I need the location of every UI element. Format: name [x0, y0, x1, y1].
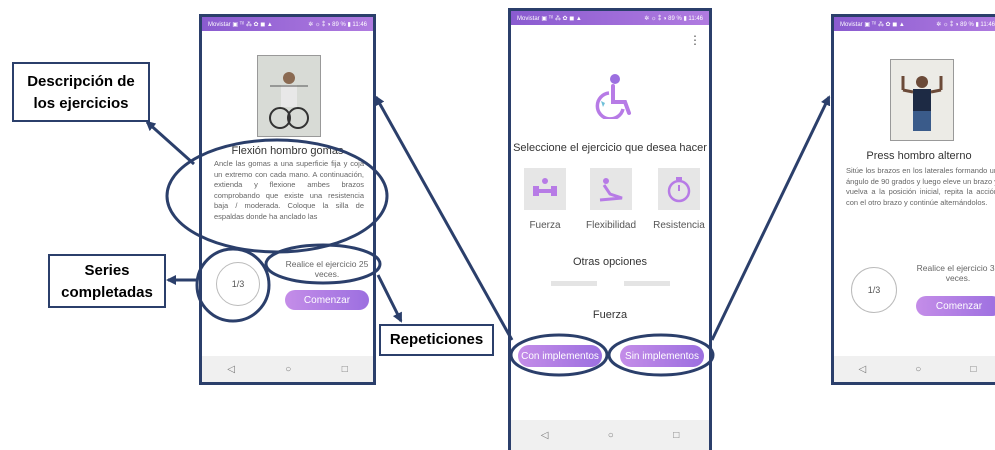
nav-bar: ◁ ○ □: [834, 356, 995, 382]
stretch-icon: [590, 168, 632, 210]
option-fuerza[interactable]: Fuerza: [520, 168, 570, 248]
arrow-to-description-callout: [145, 120, 195, 166]
callout-series: Series completadas: [48, 254, 166, 308]
start-button[interactable]: Comenzar: [916, 296, 995, 316]
recent-apps-icon[interactable]: □: [342, 364, 348, 375]
back-icon[interactable]: ◁: [227, 364, 235, 375]
other-option-placeholder[interactable]: [624, 281, 670, 286]
exercise-description: Ancle las gomas a una superficie fija y …: [214, 159, 364, 221]
back-icon[interactable]: ◁: [541, 430, 549, 441]
recent-apps-icon[interactable]: □: [673, 430, 679, 441]
exercise-description: Sitúe los brazos en los laterales forman…: [846, 166, 995, 207]
nav-bar: ◁ ○ □: [202, 356, 373, 382]
option-flexibilidad[interactable]: Flexibilidad: [581, 168, 641, 248]
arrow-to-reps-callout: [376, 274, 403, 323]
callout-repeticiones: Repeticiones: [379, 324, 494, 356]
exercise-photo: [257, 55, 321, 137]
status-bar: Movistar ▣ ᵀᴵˡ ⁂ ✿ ◼ ▲ ✲ ☼ ⁑ ◑ 89 % ▮ 11…: [834, 17, 995, 31]
series-counter: 1/3: [216, 262, 260, 306]
recent-apps-icon[interactable]: □: [970, 364, 976, 375]
exercise-title: Flexión hombro gomas: [231, 145, 344, 157]
section-heading: Fuerza: [592, 309, 628, 321]
dumbbell-icon: [524, 168, 566, 210]
without-equipment-button[interactable]: Sin implementos: [620, 345, 704, 367]
arrow-right-from-center: [710, 95, 831, 341]
nav-bar: ◁ ○ □: [511, 420, 709, 450]
reps-text: Realice el ejercicio 25 veces.: [285, 259, 369, 279]
start-button[interactable]: Comenzar: [285, 290, 369, 310]
person-arms-raised-photo: [891, 60, 953, 140]
status-bar: Movistar ▣ ᵀᴵˡ ⁂ ✿ ◼ ▲ ✲ ☼ ⁑ ◑ 89 % ▮ 11…: [202, 17, 373, 31]
callout-descripcion: Descripción de los ejercicios: [12, 62, 150, 122]
back-icon[interactable]: ◁: [859, 364, 867, 375]
reps-text: Realice el ejercicio 30 veces.: [916, 263, 995, 283]
home-icon[interactable]: ○: [608, 430, 614, 441]
series-counter: 1/3: [851, 267, 897, 313]
select-heading: Seleccione el ejercicio que desea hacer: [513, 142, 707, 154]
exercise-photo: [890, 59, 954, 141]
other-option-placeholder[interactable]: [551, 281, 597, 286]
option-resistencia[interactable]: Resistencia: [649, 168, 709, 248]
exercise-title: Press hombro alterno: [866, 150, 972, 162]
arrow-left-from-center: [374, 95, 514, 341]
with-equipment-button[interactable]: Con implementos: [518, 345, 602, 367]
left-phone-screen: Movistar ▣ ᵀᴵˡ ⁂ ✿ ◼ ▲ ✲ ☼ ⁑ ◑ 89 % ▮ 11…: [199, 14, 376, 385]
stopwatch-icon: [658, 168, 700, 210]
status-bar: Movistar ▣ ᵀᴵˡ ⁂ ✿ ◼ ▲ ✲ ☼ ⁑ ◑ 89 % ▮ 11…: [511, 11, 709, 25]
right-phone-screen: Movistar ▣ ᵀᴵˡ ⁂ ✿ ◼ ▲ ✲ ☼ ⁑ ◑ 89 % ▮ 11…: [831, 14, 995, 385]
other-options-heading: Otras opciones: [573, 256, 647, 268]
overflow-menu-icon[interactable]: ⋮: [689, 33, 701, 47]
home-icon[interactable]: ○: [285, 364, 291, 375]
home-icon[interactable]: ○: [915, 364, 921, 375]
person-in-wheelchair-photo: [258, 56, 320, 136]
wheelchair-logo-icon: [595, 74, 631, 119]
center-phone-screen: Movistar ▣ ᵀᴵˡ ⁂ ✿ ◼ ▲ ✲ ☼ ⁑ ◑ 89 % ▮ 11…: [508, 8, 712, 450]
